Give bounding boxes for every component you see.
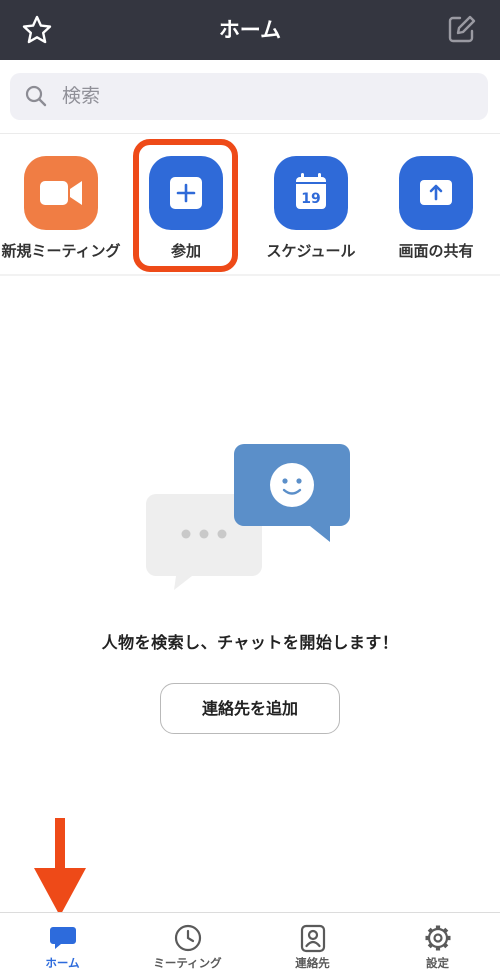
new-meeting-button[interactable]: [24, 156, 98, 230]
down-arrow-icon: [34, 818, 86, 916]
search-icon: [25, 85, 47, 107]
page-title: ホーム: [218, 18, 282, 42]
calendar-icon: 19: [296, 173, 326, 209]
schedule-label: スケジュール: [266, 242, 356, 260]
divider: [0, 274, 500, 276]
tab-label: ミーティング: [153, 956, 222, 970]
chat-bubble-icon: [50, 927, 76, 949]
share-screen-button[interactable]: [399, 156, 473, 230]
calendar-day: 19: [301, 191, 320, 207]
search-input[interactable]: 検索: [10, 73, 488, 120]
contact-icon: [300, 924, 326, 953]
tab-label: ホーム: [45, 956, 80, 970]
video-camera-icon: [40, 181, 82, 205]
top-bar: ホーム: [0, 0, 500, 60]
gear-icon: [425, 925, 451, 951]
add-contact-button[interactable]: 連絡先を追加: [160, 683, 340, 734]
tab-label: 連絡先: [295, 956, 330, 970]
new-meeting-label: 新規ミーティング: [1, 242, 121, 260]
chat-bubbles-illustration: [146, 444, 350, 590]
clock-icon: [174, 924, 202, 952]
tab-meetings[interactable]: ミーティング: [125, 913, 250, 980]
divider: [0, 133, 500, 134]
tab-home[interactable]: ホーム: [0, 913, 125, 980]
edit-icon[interactable]: [444, 12, 478, 46]
schedule-button[interactable]: 19: [274, 156, 348, 230]
tab-settings[interactable]: 設定: [375, 913, 500, 980]
highlight-box: [133, 139, 238, 272]
tab-contacts[interactable]: 連絡先: [250, 913, 375, 980]
share-screen-label: 画面の共有: [398, 242, 474, 260]
search-placeholder: 検索: [62, 85, 101, 107]
tab-bar: ホーム ミーティング 連絡先 設定: [0, 912, 500, 980]
empty-state-message: 人物を検索し、チャットを開始します！: [101, 633, 399, 652]
tab-label: 設定: [426, 956, 449, 970]
share-up-arrow-icon: [420, 180, 452, 205]
